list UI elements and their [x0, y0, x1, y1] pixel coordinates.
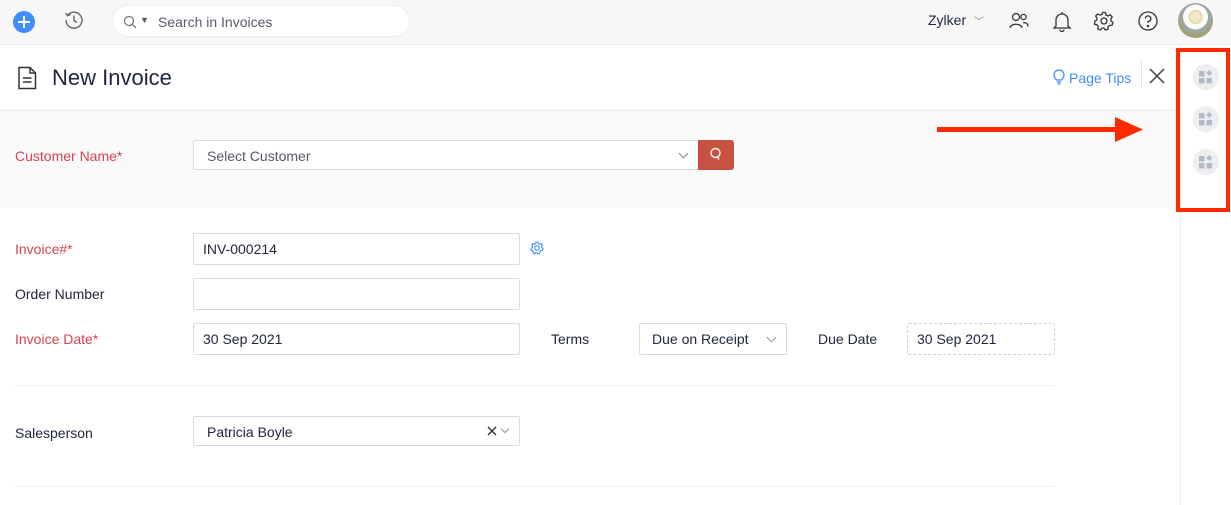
gear-icon[interactable]: [1093, 10, 1115, 32]
search-placeholder: Search in Invoices: [158, 14, 273, 30]
invoice-number-label: Invoice#*: [15, 241, 73, 257]
chevron-down-icon: [678, 148, 689, 159]
search-scope-caret-icon[interactable]: ▼: [140, 15, 149, 25]
chevron-down-icon: [500, 424, 510, 434]
invoice-number-settings-icon[interactable]: [530, 241, 544, 255]
terms-value: Due on Receipt: [652, 331, 749, 347]
annotation-highlight-box: [1176, 48, 1230, 212]
history-icon[interactable]: [63, 9, 85, 31]
customer-search-button[interactable]: [698, 140, 734, 170]
due-date-input[interactable]: 30 Sep 2021: [907, 323, 1055, 355]
terms-label: Terms: [551, 331, 590, 347]
page-tips-link[interactable]: Page Tips: [1053, 69, 1131, 86]
chevron-down-icon[interactable]: ﹀: [974, 13, 984, 28]
order-number-input[interactable]: [193, 278, 520, 310]
chevron-down-icon: [766, 332, 777, 343]
close-icon[interactable]: [1148, 67, 1166, 85]
header-divider: [1141, 60, 1142, 88]
customer-select-placeholder: Select Customer: [207, 148, 311, 164]
lightbulb-icon: [1053, 69, 1065, 85]
customer-select[interactable]: Select Customer: [193, 140, 699, 170]
page-tips-label: Page Tips: [1069, 69, 1132, 86]
search-icon: [123, 15, 137, 29]
salesperson-label: Salesperson: [15, 425, 93, 441]
users-icon[interactable]: [1008, 10, 1030, 32]
page-header: New Invoice Page Tips: [0, 45, 1180, 111]
help-icon[interactable]: [1137, 10, 1159, 32]
document-icon: [18, 66, 37, 90]
invoice-date-input[interactable]: 30 Sep 2021: [193, 323, 520, 355]
salesperson-select[interactable]: Patricia Boyle: [193, 416, 520, 446]
clear-icon[interactable]: [487, 426, 497, 436]
bell-icon[interactable]: [1051, 10, 1073, 33]
top-bar: ▼ Search in Invoices Zylker ﹀: [0, 0, 1231, 45]
customer-name-label: Customer Name*: [15, 148, 123, 164]
page-title: New Invoice: [52, 65, 172, 90]
invoice-date-value: 30 Sep 2021: [203, 331, 283, 347]
salesperson-value: Patricia Boyle: [207, 424, 293, 440]
terms-select[interactable]: Due on Receipt: [639, 323, 787, 355]
annotation-arrow-icon: [937, 117, 1143, 142]
section-divider: [15, 486, 1055, 487]
organization-switcher[interactable]: Zylker: [928, 12, 966, 28]
search-input[interactable]: ▼ Search in Invoices: [112, 5, 410, 37]
due-date-value: 30 Sep 2021: [917, 331, 997, 347]
invoice-number-input[interactable]: INV-000214: [193, 233, 520, 265]
user-avatar[interactable]: [1178, 3, 1213, 38]
invoice-number-value: INV-000214: [203, 241, 277, 257]
invoice-date-label: Invoice Date*: [15, 331, 99, 347]
section-divider: [15, 385, 1055, 386]
order-number-label: Order Number: [15, 286, 105, 302]
due-date-label: Due Date: [818, 331, 878, 347]
quick-create-button[interactable]: [13, 11, 35, 33]
search-icon: [710, 147, 721, 160]
